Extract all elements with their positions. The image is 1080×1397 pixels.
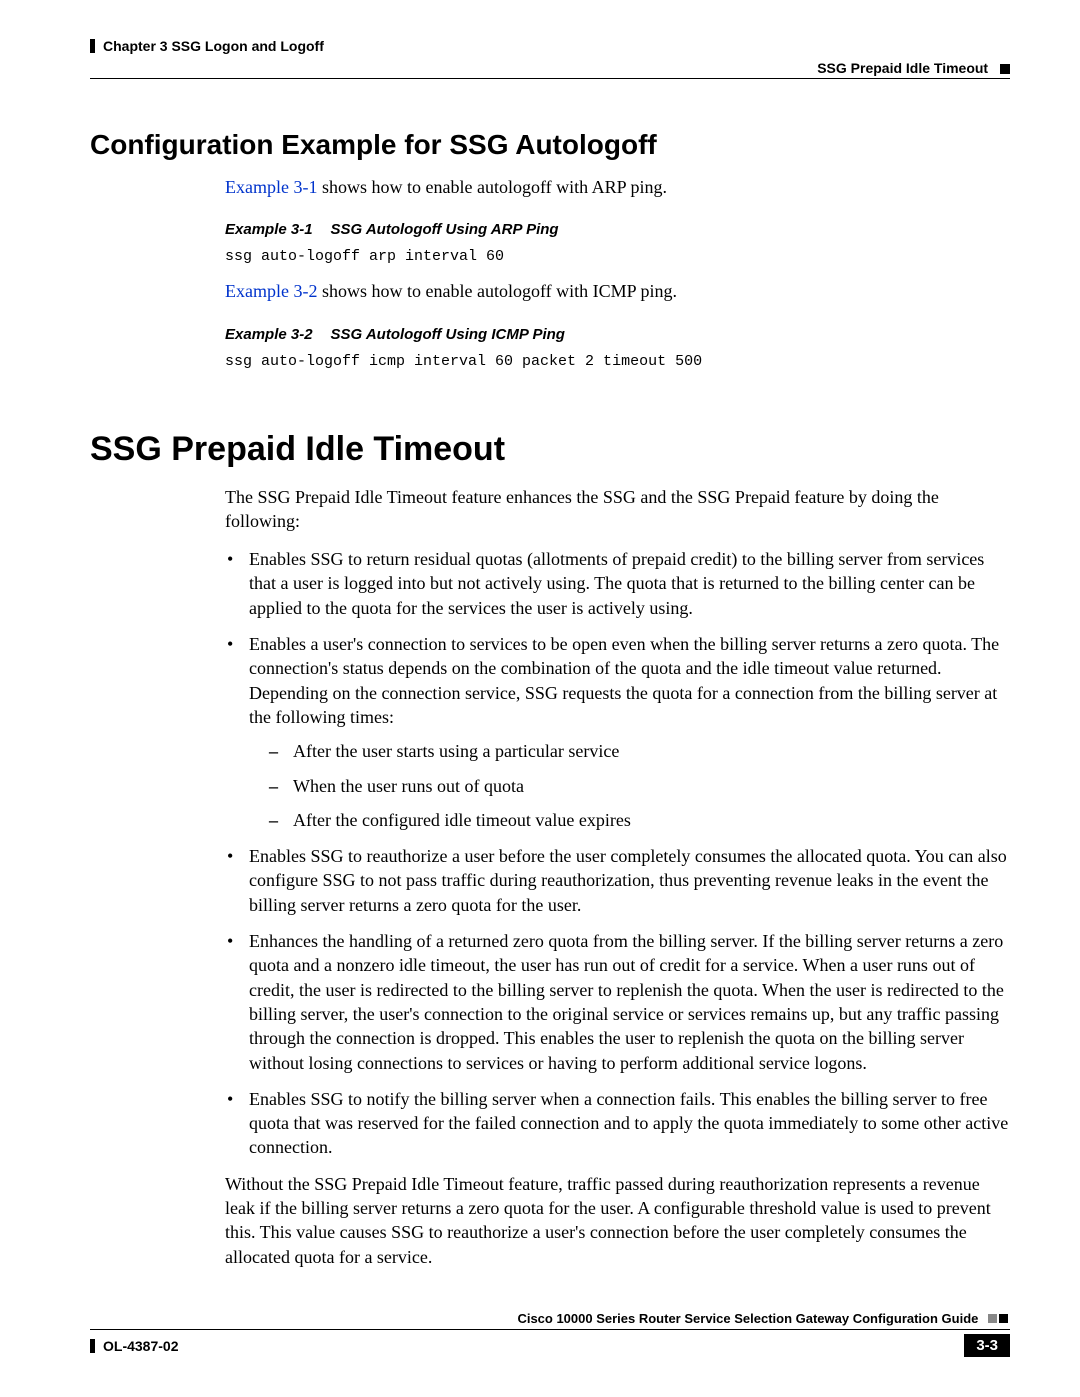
footer-guide-text: Cisco 10000 Series Router Service Select… bbox=[517, 1311, 978, 1326]
autologoff-intro-2: Example 3-2 shows how to enable autologo… bbox=[225, 279, 1010, 303]
bullet-zero-quota-handling: Enhances the handling of a returned zero… bbox=[225, 929, 1010, 1075]
page-number-badge: 3-3 bbox=[964, 1334, 1010, 1357]
footer-bar-icon bbox=[90, 1339, 95, 1353]
bullet-zero-quota-text: Enables a user's connection to services … bbox=[249, 634, 999, 727]
example-3-1-number: Example 3-1 bbox=[225, 221, 313, 238]
example-3-1-caption: SSG Autologoff Using ARP Ping bbox=[331, 221, 559, 238]
section-heading-prepaid: SSG Prepaid Idle Timeout bbox=[90, 430, 1010, 469]
header-rule bbox=[90, 78, 1010, 79]
footer-rule bbox=[90, 1329, 1010, 1330]
example-3-2-code: ssg auto-logoff icmp interval 60 packet … bbox=[225, 353, 1010, 370]
example-3-2-number: Example 3-2 bbox=[225, 326, 313, 343]
example-3-1-title: Example 3-1 SSG Autologoff Using ARP Ping bbox=[225, 221, 1010, 238]
header-section: SSG Prepaid Idle Timeout bbox=[90, 60, 1010, 76]
dash-out-of-quota: When the user runs out of quota bbox=[269, 774, 1010, 798]
quota-times-list: After the user starts using a particular… bbox=[269, 739, 1010, 832]
prepaid-bullet-list: Enables SSG to return residual quotas (a… bbox=[225, 547, 1010, 1160]
header-square-icon bbox=[1000, 64, 1010, 74]
autologoff-intro-1: Example 3-1 shows how to enable autologo… bbox=[225, 175, 1010, 199]
example-3-1-code: ssg auto-logoff arp interval 60 bbox=[225, 248, 1010, 265]
header-chapter-text: Chapter 3 SSG Logon and Logoff bbox=[103, 38, 324, 54]
example-3-2-caption: SSG Autologoff Using ICMP Ping bbox=[331, 326, 565, 343]
prepaid-intro: The SSG Prepaid Idle Timeout feature enh… bbox=[225, 485, 1010, 534]
footer-docid-text: OL-4387-02 bbox=[103, 1338, 178, 1354]
footer-square-grey-icon bbox=[988, 1314, 997, 1323]
footer-square-black-icon bbox=[999, 1314, 1008, 1323]
dash-idle-timeout-expires: After the configured idle timeout value … bbox=[269, 808, 1010, 832]
example-3-2-title: Example 3-2 SSG Autologoff Using ICMP Pin… bbox=[225, 326, 1010, 343]
footer-docid: OL-4387-02 bbox=[90, 1338, 178, 1354]
header-section-text: SSG Prepaid Idle Timeout bbox=[817, 60, 988, 76]
section-heading-autologoff: Configuration Example for SSG Autologoff bbox=[90, 129, 1010, 161]
autologoff-intro-2-text: shows how to enable autologoff with ICMP… bbox=[317, 281, 676, 301]
header-chapter: Chapter 3 SSG Logon and Logoff bbox=[90, 38, 324, 54]
prepaid-closing: Without the SSG Prepaid Idle Timeout fea… bbox=[225, 1172, 1010, 1269]
autologoff-intro-1-text: shows how to enable autologoff with ARP … bbox=[317, 177, 667, 197]
bullet-connection-fails: Enables SSG to notify the billing server… bbox=[225, 1087, 1010, 1160]
bullet-residual-quotas: Enables SSG to return residual quotas (a… bbox=[225, 547, 1010, 620]
example-3-1-link[interactable]: Example 3-1 bbox=[225, 177, 317, 197]
bullet-reauthorize: Enables SSG to reauthorize a user before… bbox=[225, 844, 1010, 917]
header-bar-icon bbox=[90, 39, 95, 53]
example-3-2-link[interactable]: Example 3-2 bbox=[225, 281, 317, 301]
footer-guide-title: Cisco 10000 Series Router Service Select… bbox=[90, 1311, 1010, 1326]
dash-after-start: After the user starts using a particular… bbox=[269, 739, 1010, 763]
bullet-zero-quota-open: Enables a user's connection to services … bbox=[225, 632, 1010, 832]
